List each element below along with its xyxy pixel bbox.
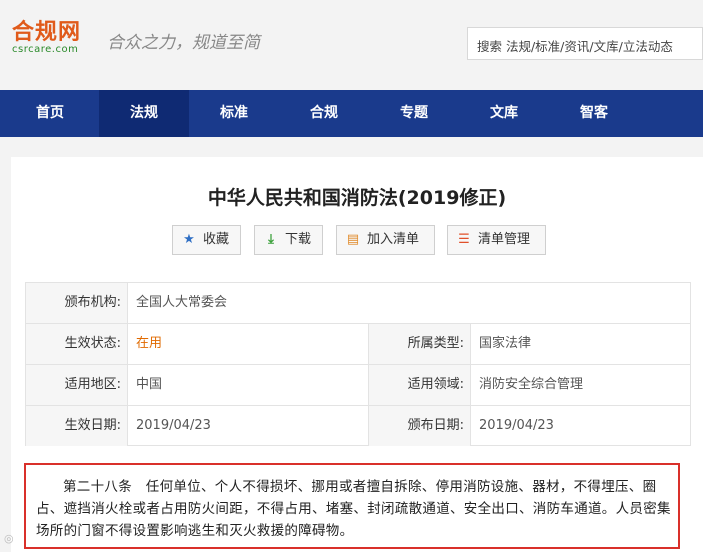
nav-item-home[interactable]: 首页 — [0, 90, 100, 137]
logo-domain: csrcare.com — [12, 44, 79, 55]
status-value: 在用 — [136, 336, 163, 351]
article-text: 第二十八条 任何单位、个人不得损坏、挪用或者擅自拆除、停用消防设施、器材，不得埋… — [36, 479, 671, 539]
main-nav: 首页 法规 标准 合规 专题 文库 智客 — [0, 90, 703, 137]
download-label: 下载 — [285, 232, 312, 247]
favorite-label: 收藏 — [203, 232, 230, 247]
issuer-label: 颁布机构: — [26, 283, 128, 324]
nav-item-compliance[interactable]: 合规 — [279, 90, 369, 137]
issued-date-label: 颁布日期: — [369, 406, 471, 446]
nav-item-library[interactable]: 文库 — [459, 90, 549, 137]
search-input[interactable]: 搜索 法规/标准/资讯/文库/立法动态 — [467, 27, 703, 60]
row-divider — [26, 323, 690, 324]
favorite-button[interactable]: ★ 收藏 — [172, 225, 241, 255]
manage-list-button[interactable]: ☰ 清单管理 — [447, 225, 546, 255]
issuer-value: 全国人大常委会 — [136, 295, 228, 310]
field-label: 适用领域: — [369, 365, 471, 406]
document-title: 中华人民共和国消防法(2019修正) — [207, 187, 507, 209]
logo-text: 合规网 — [12, 20, 82, 45]
type-label: 所属类型: — [369, 324, 471, 365]
manage-list-label: 清单管理 — [478, 232, 531, 247]
highlighted-article: 第二十八条 任何单位、个人不得损坏、挪用或者擅自拆除、停用消防设施、器材，不得埋… — [24, 463, 680, 549]
document-icon: ▤ — [346, 232, 360, 247]
effective-date-value: 2019/04/23 — [136, 418, 211, 433]
nav-item-regulations[interactable]: 法规 — [99, 90, 189, 137]
type-value: 国家法律 — [479, 336, 532, 351]
download-icon: ⤓ — [268, 232, 274, 247]
nav-item-topics[interactable]: 专题 — [369, 90, 459, 137]
effective-date-label: 生效日期: — [26, 406, 128, 446]
document-info-table: 颁布机构: 全国人大常委会 生效状态: 在用 所属类型: 国家法律 适用地区: … — [25, 282, 691, 446]
row-divider — [26, 405, 690, 406]
download-button[interactable]: ⤓ 下载 — [254, 225, 323, 255]
region-value: 中国 — [136, 377, 163, 392]
site-header: 合规网 csrcare.com 合众之力，规道至简 搜索 法规/标准/资讯/文库… — [0, 0, 703, 90]
issued-date-value: 2019/04/23 — [479, 418, 554, 433]
column-divider — [368, 324, 369, 446]
status-label: 生效状态: — [26, 324, 128, 365]
site-slogan: 合众之力，规道至简 — [107, 33, 260, 53]
nav-item-experts[interactable]: 智客 — [549, 90, 639, 137]
region-label: 适用地区: — [26, 365, 128, 406]
list-icon: ☰ — [458, 232, 470, 247]
document-panel: 中华人民共和国消防法(2019修正) ★ 收藏 ⤓ 下载 ▤ 加入清单 ☰ 清单管理 颁… — [11, 157, 703, 552]
field-value: 消防安全综合管理 — [479, 377, 584, 392]
site-logo[interactable]: 合规网 csrcare.com — [12, 14, 81, 55]
watermark: ◎ — [4, 532, 14, 545]
nav-item-standards[interactable]: 标准 — [189, 90, 279, 137]
star-icon: ★ — [183, 232, 195, 247]
add-list-label: 加入清单 — [367, 232, 420, 247]
row-divider — [26, 364, 690, 365]
add-list-button[interactable]: ▤ 加入清单 — [336, 225, 435, 255]
